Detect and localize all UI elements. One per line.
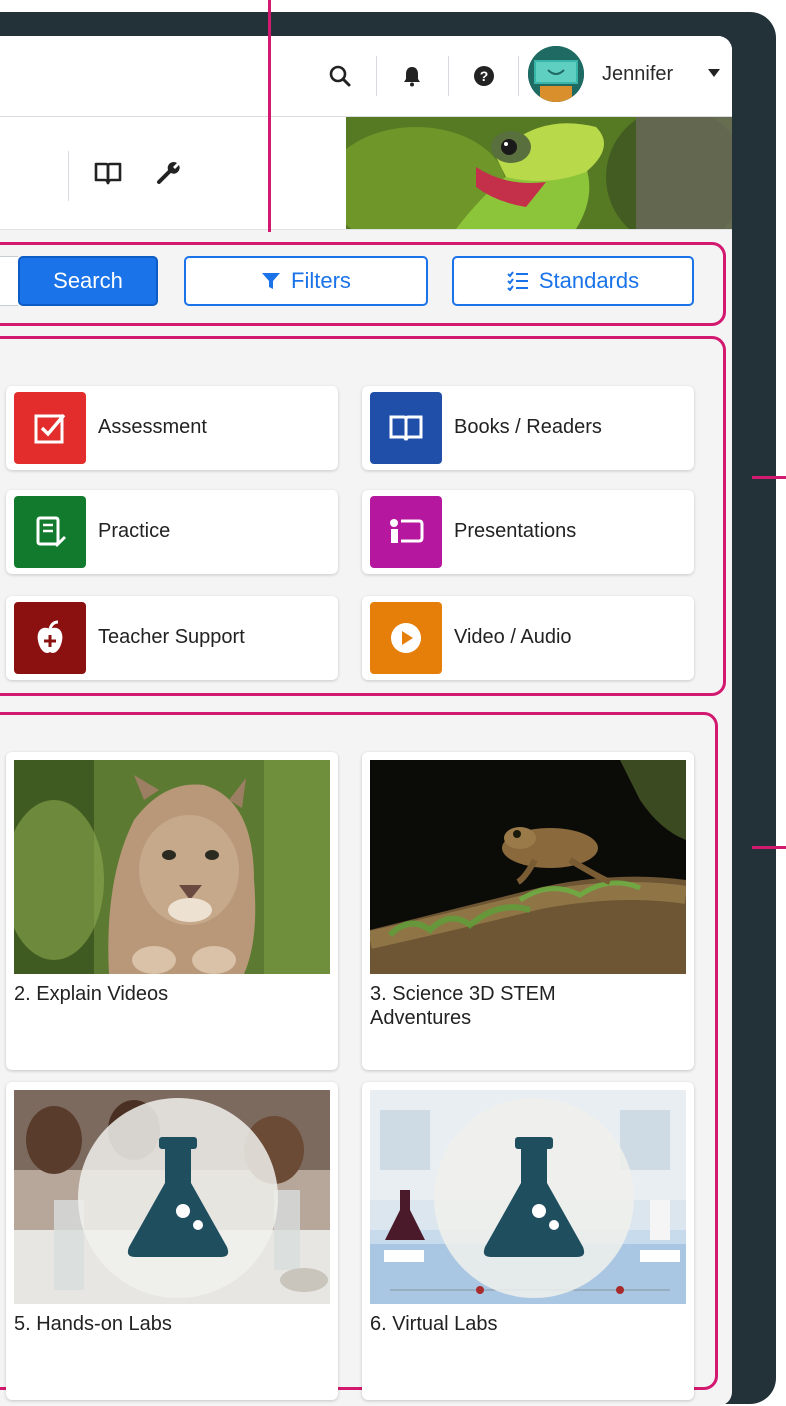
- category-presentations[interactable]: Presentations: [362, 490, 694, 574]
- hands-on-labs-image: [14, 1090, 330, 1304]
- search-input[interactable]: [0, 256, 18, 306]
- virtual-labs-image: [370, 1090, 686, 1304]
- checklist-icon: [507, 271, 528, 291]
- help-icon[interactable]: ?: [466, 58, 502, 94]
- standards-label: Standards: [538, 268, 640, 293]
- filters-button[interactable]: Filters: [184, 256, 428, 306]
- filter-icon: [262, 273, 281, 289]
- category-books-readers[interactable]: Books / Readers: [362, 386, 694, 470]
- user-name[interactable]: Jennifer: [602, 63, 673, 86]
- card-explain-videos[interactable]: 2. Explain Videos: [6, 752, 338, 1070]
- divider: [448, 56, 449, 96]
- callout-line: [752, 846, 786, 849]
- hero-image: [346, 117, 732, 229]
- device-frame: ? Jennifer Search Filters Standards Asse…: [0, 12, 776, 1406]
- card-title: 2. Explain Videos: [14, 983, 169, 1005]
- presentation-icon: [370, 496, 442, 568]
- filters-label: Filters: [291, 268, 351, 293]
- flask-icon: [127, 1137, 229, 1257]
- standards-button[interactable]: Standards: [452, 256, 694, 306]
- apple-icon: [14, 602, 86, 674]
- app-screen: ? Jennifer Search Filters Standards Asse…: [0, 36, 732, 1406]
- category-video-audio[interactable]: Video / Audio: [362, 596, 694, 680]
- card-virtual-labs[interactable]: 6. Virtual Labs: [362, 1082, 694, 1400]
- card-title: 3. Science 3D STEM Adventures: [370, 983, 556, 1029]
- category-practice[interactable]: Practice: [6, 490, 338, 574]
- divider: [518, 56, 519, 96]
- card-hands-on-labs[interactable]: 5. Hands-on Labs: [6, 1082, 338, 1400]
- play-icon: [370, 602, 442, 674]
- wrench-icon[interactable]: [150, 155, 186, 191]
- search-button-label: Search: [53, 268, 123, 293]
- checkbox-icon: [14, 392, 86, 464]
- flask-icon: [483, 1137, 585, 1257]
- chevron-down-icon[interactable]: [708, 69, 720, 77]
- avatar[interactable]: [528, 46, 584, 102]
- callout-line: [268, 0, 271, 232]
- card-science-3d-stem[interactable]: 3. Science 3D STEM Adventures: [362, 752, 694, 1070]
- divider: [68, 151, 69, 201]
- category-label: Presentations: [454, 520, 577, 542]
- cougar-image: [14, 760, 330, 974]
- category-teacher-support[interactable]: Teacher Support: [6, 596, 338, 680]
- program-header: [0, 117, 732, 230]
- category-label: Assessment: [98, 416, 207, 438]
- category-label: Teacher Support: [98, 626, 245, 648]
- top-bar: ? Jennifer: [0, 36, 732, 117]
- flask-overlay: [434, 1098, 634, 1298]
- open-book-icon: [370, 392, 442, 464]
- frog-image: [370, 760, 686, 974]
- book-icon[interactable]: [90, 155, 126, 191]
- search-icon[interactable]: [322, 58, 358, 94]
- bell-icon[interactable]: [394, 58, 430, 94]
- svg-text:?: ?: [480, 68, 489, 84]
- divider: [376, 56, 377, 96]
- category-label: Books / Readers: [454, 416, 602, 438]
- flask-overlay: [78, 1098, 278, 1298]
- card-title: 5. Hands-on Labs: [14, 1313, 172, 1335]
- callout-line: [752, 476, 786, 479]
- practice-icon: [14, 496, 86, 568]
- category-label: Video / Audio: [454, 626, 572, 648]
- search-button[interactable]: Search: [18, 256, 158, 306]
- category-label: Practice: [98, 520, 171, 542]
- card-title: 6. Virtual Labs: [370, 1313, 498, 1335]
- category-assessment[interactable]: Assessment: [6, 386, 338, 470]
